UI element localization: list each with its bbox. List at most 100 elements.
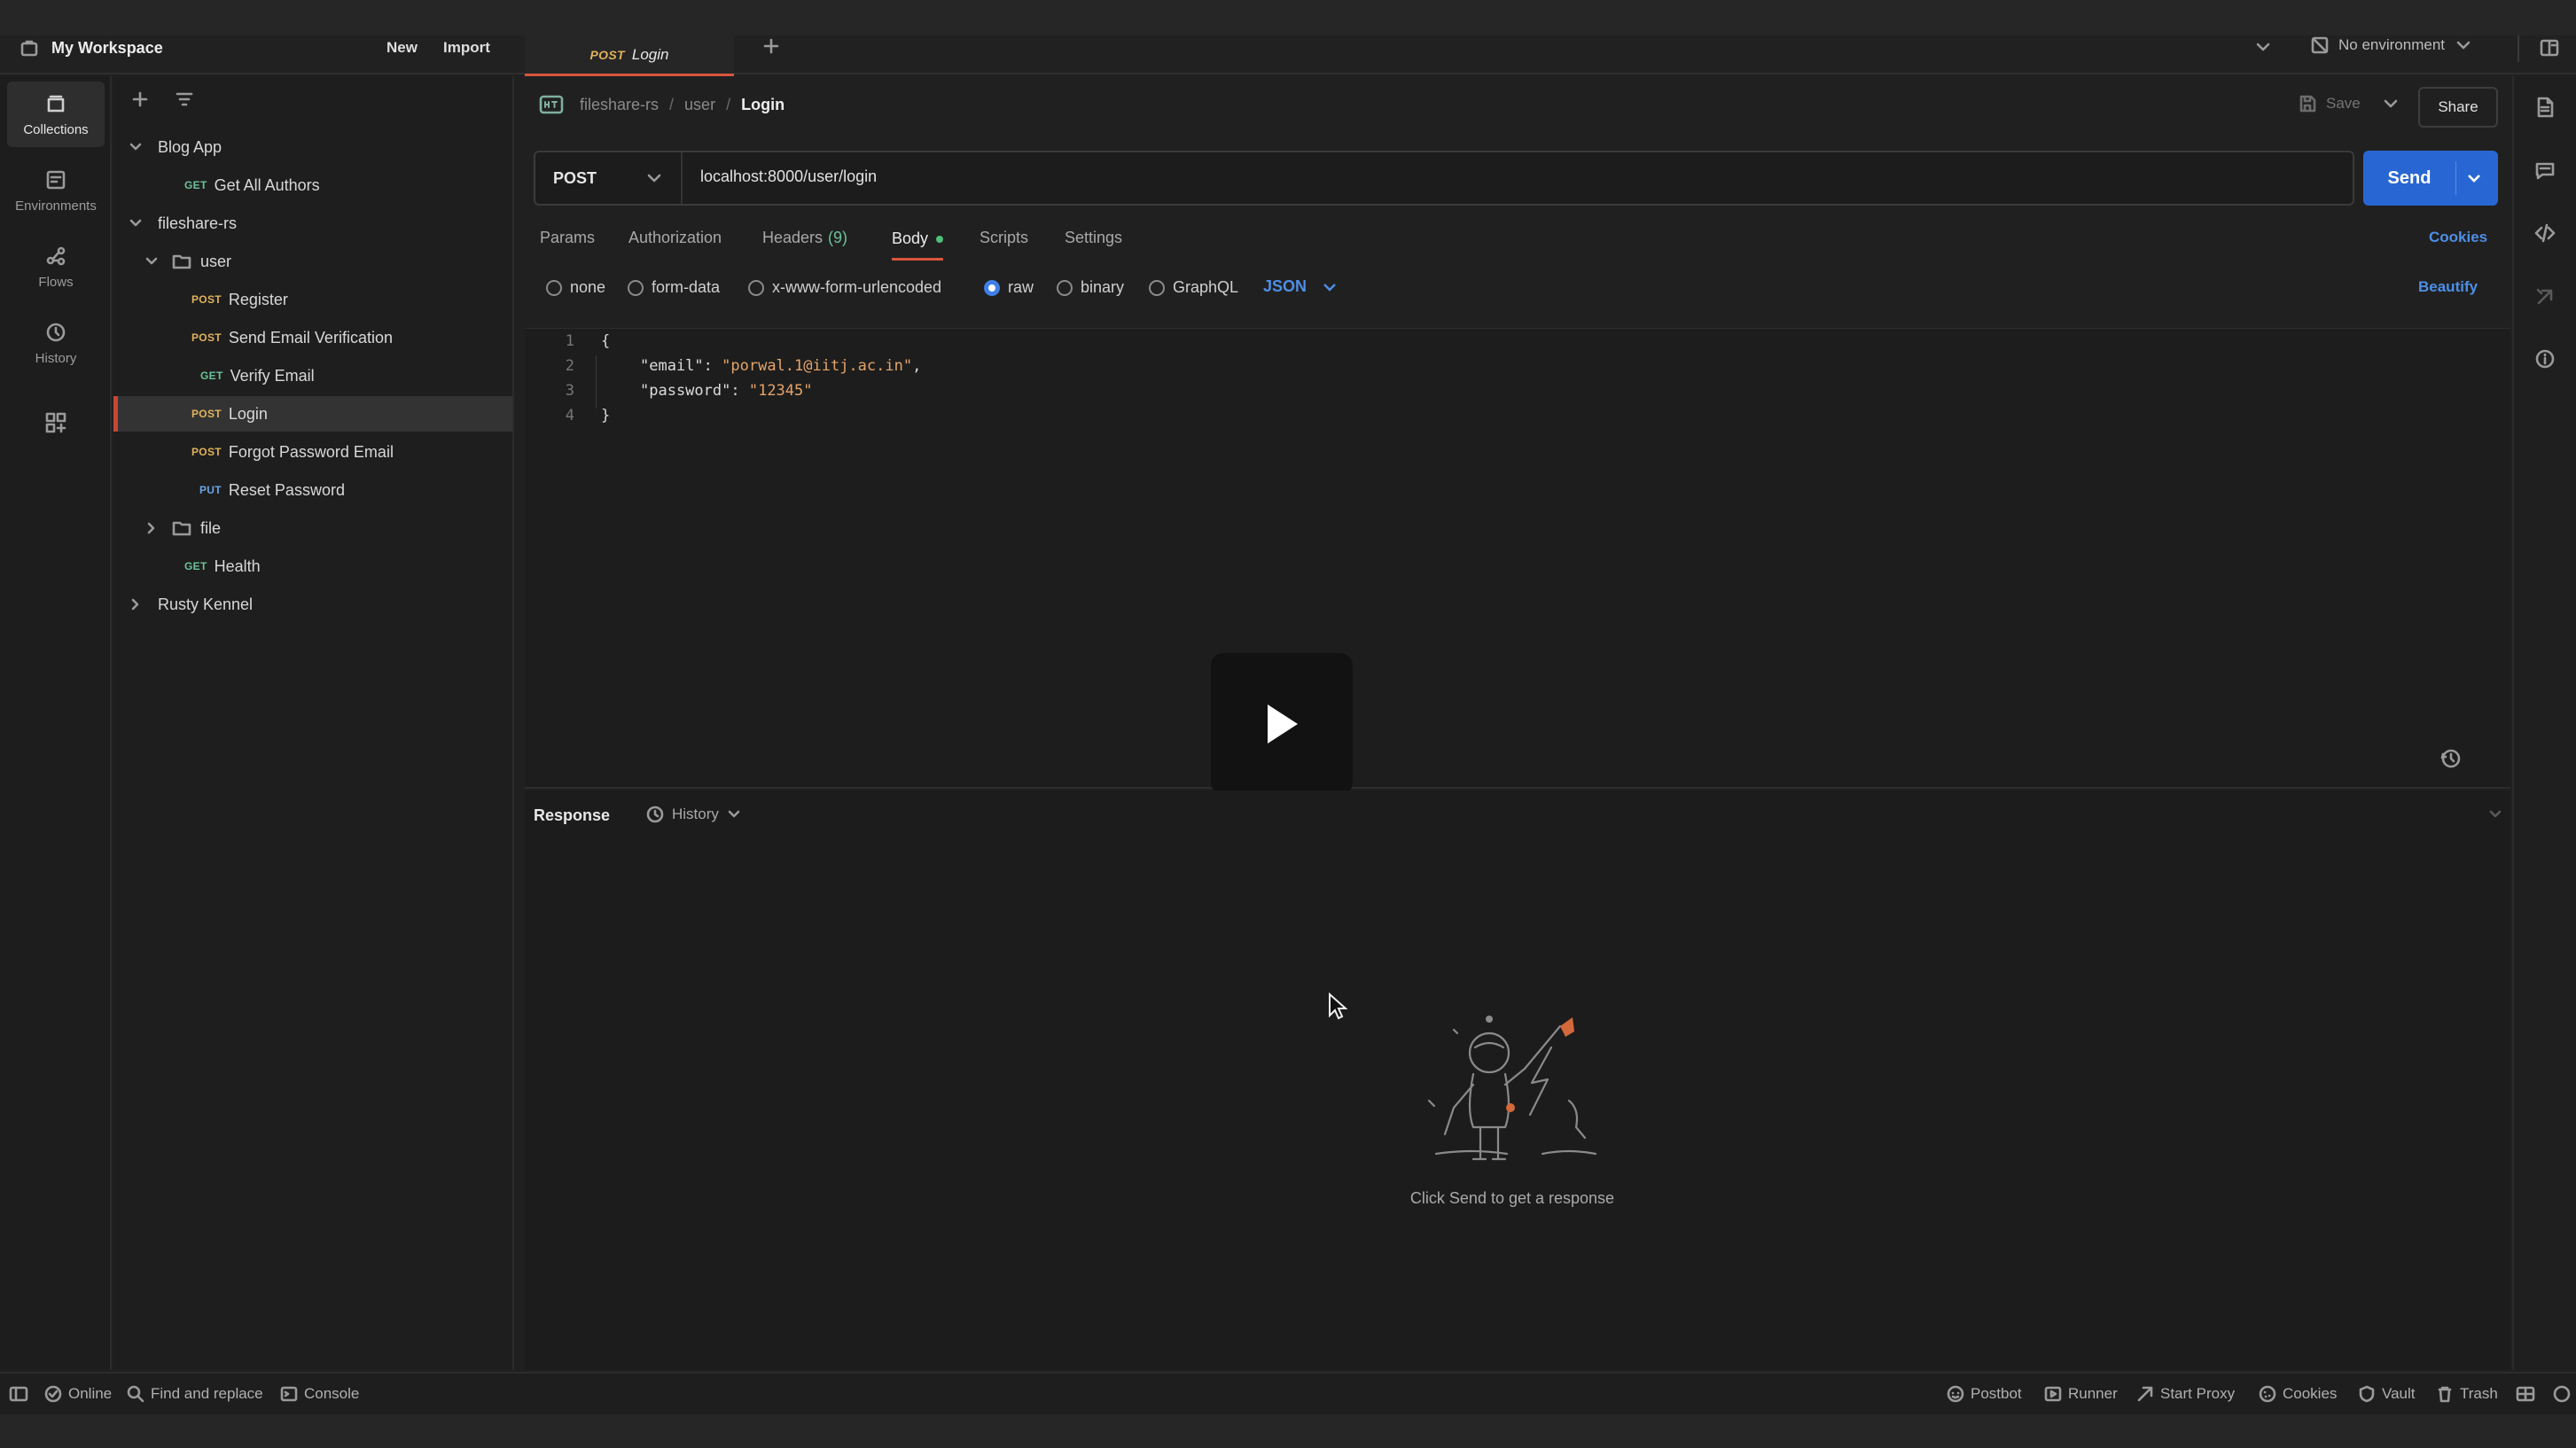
chevron-down-icon (129, 219, 142, 227)
trash-button[interactable]: Trash (2436, 1374, 2498, 1414)
send-button[interactable]: Send (2363, 151, 2498, 206)
beautify-link[interactable]: Beautify (2418, 278, 2478, 296)
send-options-chevron-icon[interactable] (2464, 170, 2484, 186)
layout-icon (2516, 1386, 2535, 1402)
collection-fileshare-rs[interactable]: fileshare-rs (113, 206, 512, 241)
rail-item-collections[interactable]: Collections (7, 82, 105, 147)
help-button[interactable] (2553, 1374, 2571, 1414)
start-proxy-button[interactable]: Start Proxy (2136, 1374, 2235, 1414)
radio-graphql[interactable]: GraphQL (1149, 278, 1238, 297)
info-icon[interactable] (2533, 347, 2556, 370)
format-select[interactable]: JSON (1263, 277, 1339, 296)
radio-form-data[interactable]: form-data (628, 278, 720, 297)
tabs-dropdown-icon[interactable] (2253, 39, 2273, 55)
rail-item-history[interactable]: History (7, 310, 105, 376)
chevron-down-icon (129, 143, 142, 151)
schema-history-icon[interactable] (2439, 747, 2463, 770)
new-tab-icon[interactable] (761, 35, 782, 57)
request-get-all-authors[interactable]: GET Get All Authors (113, 167, 512, 203)
code-token: "12345" (748, 382, 813, 400)
cookies-link[interactable]: Cookies (2429, 229, 2487, 246)
collapse-response-icon[interactable] (2487, 808, 2503, 821)
radio-binary[interactable]: binary (1057, 278, 1124, 297)
folder-user[interactable]: user (113, 244, 512, 279)
share-button[interactable]: Share (2418, 87, 2498, 128)
method-select[interactable]: POST (535, 152, 683, 204)
console-button[interactable]: Console (280, 1374, 359, 1414)
tab-post-login[interactable]: POST Login (525, 35, 734, 76)
request-send-email-verification[interactable]: POST Send Email Verification (113, 320, 512, 355)
radio-urlencoded[interactable]: x-www-form-urlencoded (748, 278, 941, 297)
code-token: "porwal.1@iitj.ac.in" (722, 357, 913, 375)
code-snippet-icon[interactable] (2533, 222, 2556, 245)
related-collections-icon[interactable] (2533, 285, 2556, 308)
save-button[interactable]: Save (2298, 94, 2361, 113)
import-button[interactable]: Import (443, 39, 490, 57)
comments-icon[interactable] (2533, 160, 2556, 183)
breadcrumb-request[interactable]: Login (741, 96, 785, 114)
request-forgot-password-email[interactable]: POST Forgot Password Email (113, 434, 512, 470)
breadcrumb-collection[interactable]: fileshare-rs (580, 96, 659, 114)
collection-rusty-kennel[interactable]: Rusty Kennel (113, 587, 512, 622)
sidebar-toggle-icon (9, 1386, 28, 1402)
rail-item-flows[interactable]: Flows (7, 234, 105, 300)
breadcrumb-folder[interactable]: user (684, 96, 715, 114)
add-collection-icon[interactable] (129, 89, 151, 110)
proxy-icon (2137, 1386, 2153, 1402)
collection-name: Rusty Kennel (158, 595, 254, 613)
radio-raw[interactable]: raw (984, 278, 1034, 297)
layout-toggle-button[interactable] (2516, 1374, 2535, 1414)
find-replace-button[interactable]: Find and replace (127, 1374, 263, 1414)
video-play-button[interactable] (1211, 653, 1353, 795)
divider (2455, 161, 2456, 195)
tab-headers[interactable]: Headers (9) (762, 229, 847, 247)
environment-quicklook-icon[interactable] (2539, 37, 2560, 58)
request-verify-email[interactable]: GET Verify Email (113, 358, 512, 393)
line-number: 2 (565, 357, 574, 375)
environment-selector[interactable]: No environment (2310, 35, 2473, 55)
request-login[interactable]: POST Login (113, 396, 512, 432)
request-name: Get All Authors (214, 175, 320, 194)
documentation-icon[interactable] (2533, 96, 2556, 119)
postbot-button[interactable]: Postbot (1947, 1374, 2022, 1414)
response-pane: Response History Click Send to get a res… (525, 790, 2510, 1370)
configure-sidebar-icon[interactable] (44, 411, 67, 434)
request-health[interactable]: GET Health (113, 549, 512, 584)
top-bar (0, 0, 2576, 74)
cookies-button[interactable]: Cookies (2259, 1374, 2337, 1414)
response-history-dropdown[interactable]: History (645, 805, 742, 824)
chevron-down-icon (1323, 283, 1336, 292)
save-options-chevron-icon[interactable] (2381, 96, 2400, 112)
tab-body[interactable]: Body (892, 229, 944, 261)
radio-label: x-www-form-urlencoded (772, 278, 942, 296)
collection-blog-app[interactable]: Blog App (113, 129, 512, 165)
filter-icon[interactable] (174, 89, 195, 110)
folder-name: user (200, 252, 232, 270)
online-status[interactable]: Online (44, 1374, 112, 1414)
request-name: Login (228, 404, 268, 423)
method-value: POST (553, 168, 597, 187)
body-editor[interactable]: 1 2 3 4 { "email": "porwal.1@iitj.ac.in"… (525, 328, 2510, 795)
rail-item-environments[interactable]: Environments (7, 158, 105, 223)
chevron-right-icon (131, 598, 139, 611)
toggle-sidebar-button[interactable] (9, 1374, 28, 1414)
line-number: 4 (565, 407, 574, 424)
runner-button[interactable]: Runner (2044, 1374, 2118, 1414)
request-reset-password[interactable]: PUT Reset Password (113, 472, 512, 508)
save-icon (2299, 95, 2316, 113)
history-icon (46, 323, 66, 341)
history-label: History (672, 806, 719, 822)
url-input[interactable]: localhost:8000/user/login (700, 167, 877, 186)
new-button[interactable]: New (386, 39, 418, 57)
tab-authorization[interactable]: Authorization (628, 229, 722, 247)
request-register[interactable]: POST Register (113, 282, 512, 317)
vault-button[interactable]: Vault (2358, 1374, 2416, 1414)
radio-none[interactable]: none (546, 278, 605, 297)
tab-scripts[interactable]: Scripts (980, 229, 1028, 247)
tab-settings[interactable]: Settings (1065, 229, 1122, 247)
chevron-down-icon (2456, 41, 2471, 50)
radio-button (546, 279, 562, 296)
workspace-name[interactable]: My Workspace (51, 39, 163, 58)
folder-file[interactable]: file (113, 510, 512, 546)
tab-params[interactable]: Params (540, 229, 595, 247)
